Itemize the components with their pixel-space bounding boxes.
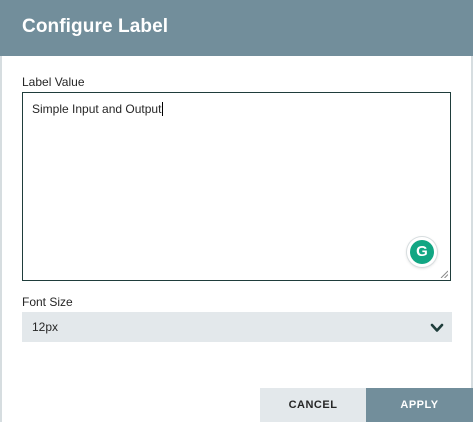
font-size-label: Font Size — [22, 295, 73, 309]
label-value-text: Simple Input and Output — [32, 102, 164, 116]
apply-button[interactable]: APPLY — [366, 388, 473, 422]
grammarly-glyph: G — [410, 240, 434, 264]
font-size-select[interactable]: 12px — [22, 312, 452, 342]
label-value-textarea[interactable]: Simple Input and Output G — [22, 92, 451, 281]
text-caret — [162, 102, 164, 116]
font-size-selected-value: 12px — [32, 320, 59, 334]
dialog-title: Configure Label — [22, 16, 169, 37]
configure-label-dialog: Configure Label Label Value Simple Input… — [0, 0, 473, 422]
resize-grip-icon[interactable] — [440, 270, 448, 278]
grammarly-icon[interactable]: G — [407, 237, 437, 267]
dialog-left-edge — [0, 56, 2, 422]
label-value-label: Label Value — [22, 75, 85, 89]
chevron-down-icon — [430, 323, 444, 332]
label-value-content: Simple Input and Output — [32, 102, 162, 116]
cancel-button[interactable]: CANCEL — [260, 388, 366, 422]
dialog-header: Configure Label — [0, 0, 473, 56]
